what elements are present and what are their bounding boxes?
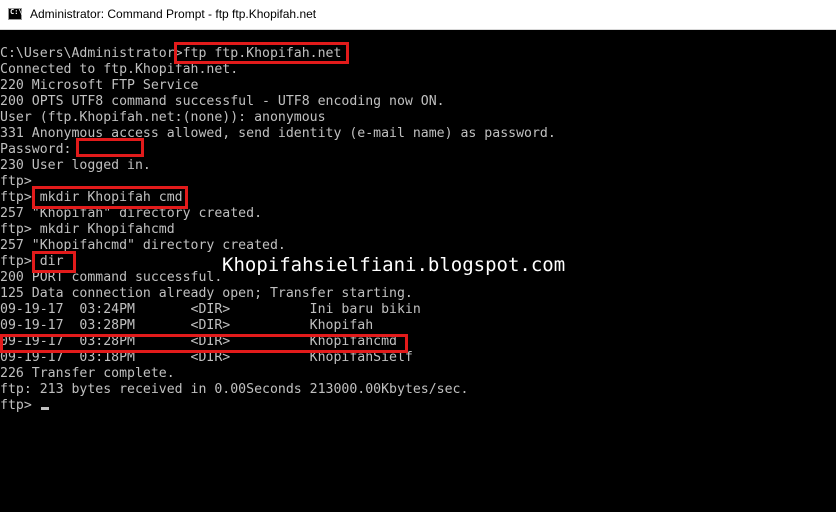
terminal-icon: C:\	[8, 8, 23, 20]
console-line: 226 Transfer complete.	[0, 366, 175, 382]
console-line: 125 Data connection already open; Transf…	[0, 286, 413, 302]
watermark-text: Khopifahsielfiani.blogspot.com	[222, 254, 566, 276]
console-line: Connected to ftp.Khopifah.net.	[0, 62, 238, 78]
console-text: Connected to ftp.Khopifah.net.	[0, 62, 239, 77]
console-text: 220 Microsoft FTP Service	[0, 78, 199, 93]
highlight-mkdir-command	[32, 186, 188, 209]
console-line: 09-19-17 03:28PM <DIR> Khopifah	[0, 318, 373, 334]
text-cursor	[40, 407, 49, 410]
highlight-password	[76, 138, 144, 157]
console-text: 226 Transfer complete.	[0, 366, 175, 381]
console-line: Password:	[0, 142, 71, 158]
console-text: 125 Data connection already open; Transf…	[0, 286, 413, 301]
highlight-dir-row-khopifahcmd	[0, 334, 408, 353]
console-text: ftp> mkdir Khopifahcmd	[0, 222, 175, 237]
console-text: Password:	[0, 142, 72, 157]
console-line: 230 User logged in.	[0, 158, 151, 174]
console-text: 09-19-17 03:28PM <DIR> Khopifah	[0, 318, 374, 333]
console-line: ftp>	[0, 174, 32, 190]
console-line: 220 Microsoft FTP Service	[0, 78, 199, 94]
console-text: 200 OPTS UTF8 command successful - UTF8 …	[0, 94, 445, 109]
console-line: 200 OPTS UTF8 command successful - UTF8 …	[0, 94, 445, 110]
console-text: 230 User logged in.	[0, 158, 151, 173]
window-title: Administrator: Command Prompt - ftp ftp.…	[30, 7, 317, 21]
highlight-ftp-command	[174, 42, 349, 64]
highlight-dir-command	[32, 251, 76, 273]
console-text: C:\Users\Administrator>	[0, 46, 183, 61]
console-line: ftp> mkdir Khopifahcmd	[0, 222, 175, 238]
console-text: 09-19-17 03:24PM <DIR> Ini baru bikin	[0, 302, 421, 317]
console-line: ftp: 213 bytes received in 0.00Seconds 2…	[0, 382, 468, 398]
console-output[interactable]: C:\Users\Administrator>ftp ftp.Khopifah.…	[0, 46, 836, 512]
console-line: User (ftp.Khopifah.net:(none)): anonymou…	[0, 110, 326, 126]
title-bar: C:\ Administrator: Command Prompt - ftp …	[0, 0, 836, 30]
console-line: 09-19-17 03:24PM <DIR> Ini baru bikin	[0, 302, 421, 318]
console-text: User (ftp.Khopifah.net:(none)): anonymou…	[0, 110, 326, 125]
console-text: ftp>	[0, 398, 40, 413]
console-text: ftp: 213 bytes received in 0.00Seconds 2…	[0, 382, 469, 397]
console-line: ftp>	[0, 398, 49, 414]
console-text: ftp>	[0, 174, 32, 189]
